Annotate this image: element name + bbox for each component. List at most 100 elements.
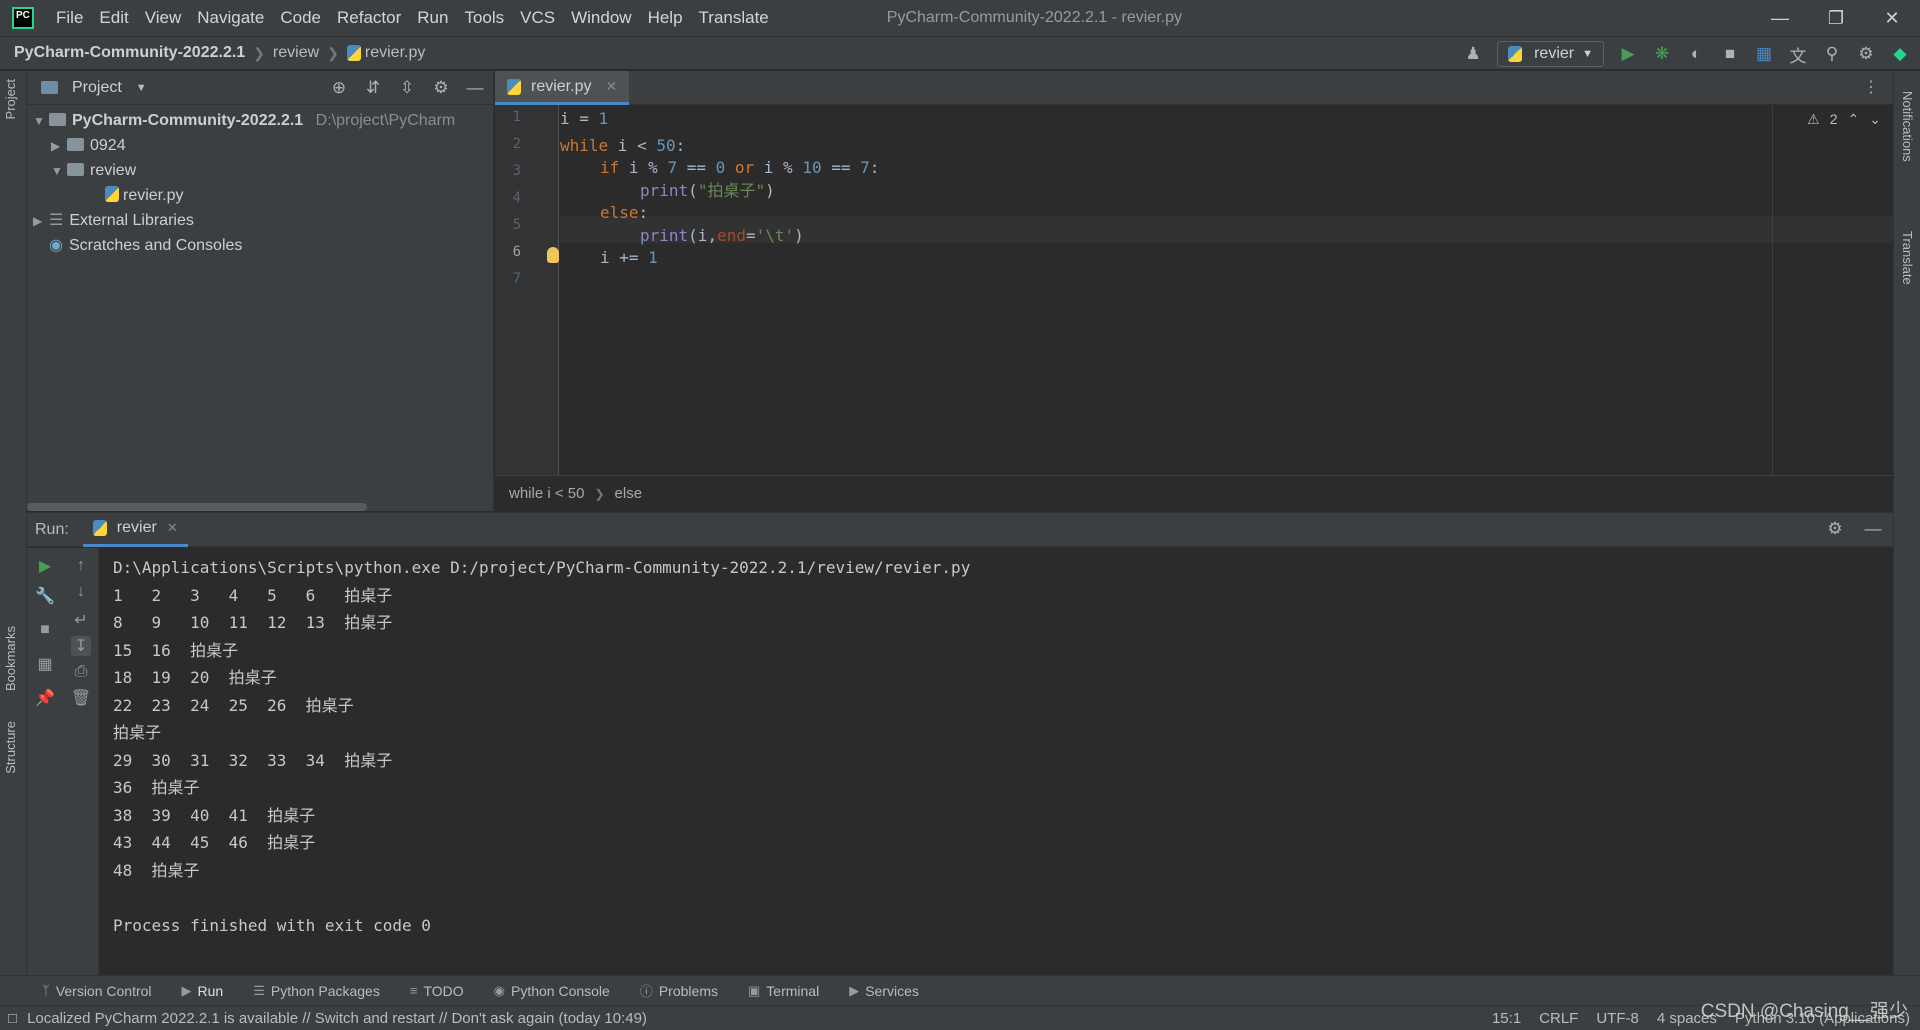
jetbrains-logo-icon[interactable]: ◆ xyxy=(1890,44,1910,64)
tool-tab-todo[interactable]: ≡ TODO xyxy=(410,983,464,999)
menu-navigate[interactable]: Navigate xyxy=(189,0,272,36)
line-number: 2 xyxy=(512,136,521,152)
close-icon[interactable]: ✕ xyxy=(167,520,178,536)
gear-icon[interactable]: ⚙ xyxy=(1856,44,1876,64)
line-number: 5 xyxy=(512,217,521,233)
right-margin-guide xyxy=(1772,105,1773,475)
tree-root[interactable]: ▼ PyCharm-Community-2022.2.1 D:\project\P… xyxy=(33,108,455,133)
menu-file[interactable]: File xyxy=(48,0,91,36)
run-tab-revier[interactable]: revier ✕ xyxy=(82,513,188,547)
collapse-all-icon[interactable]: ⇳ xyxy=(397,78,417,98)
print-icon[interactable]: ⎙ xyxy=(71,662,91,682)
tree-scratches[interactable]: ◉ Scratches and Consoles xyxy=(49,233,242,258)
stop-icon[interactable]: ■ xyxy=(35,620,55,640)
chevron-down-icon[interactable]: ▼ xyxy=(136,82,147,94)
menu-refactor[interactable]: Refactor xyxy=(329,0,409,36)
locate-icon[interactable]: ⊕ xyxy=(329,78,349,98)
menu-translate[interactable]: Translate xyxy=(691,0,777,36)
console-line: 29 30 31 32 33 34 拍桌子 xyxy=(113,750,393,770)
tool-tab-bookmarks[interactable]: Bookmarks xyxy=(3,626,18,691)
stop-icon[interactable]: ■ xyxy=(1720,44,1740,64)
inspection-widget[interactable]: ⚠ 2 ⌃ ⌄ xyxy=(1807,111,1881,128)
menu-help[interactable]: Help xyxy=(640,0,691,36)
translate-toolbar-icon[interactable]: ▦ xyxy=(1754,44,1774,64)
project-panel-title[interactable]: Project xyxy=(72,79,122,97)
menu-run[interactable]: Run xyxy=(409,0,456,36)
code-breadcrumb-item[interactable]: else xyxy=(615,485,643,502)
hide-icon[interactable]: — xyxy=(1863,519,1883,539)
gear-icon[interactable]: ⚙ xyxy=(431,78,451,98)
console-line: 1 2 3 4 5 6 拍桌子 xyxy=(113,585,393,605)
coverage-icon[interactable]: ◐ xyxy=(1686,44,1706,64)
line-number: 3 xyxy=(512,163,521,179)
pin-icon[interactable]: 📌 xyxy=(35,688,55,708)
tool-tab-services[interactable]: ▶ Services xyxy=(849,983,919,999)
tree-folder-0924[interactable]: ▶ 0924 xyxy=(51,133,126,158)
translate-icon[interactable]: 文 xyxy=(1788,44,1808,66)
search-icon[interactable]: ⚲ xyxy=(1822,44,1842,64)
tool-tab-run[interactable]: ▶ Run xyxy=(182,983,224,999)
run-config-select[interactable]: revier ▼ xyxy=(1497,41,1604,67)
menu-tools[interactable]: Tools xyxy=(456,0,512,36)
warning-count: 2 xyxy=(1829,111,1838,127)
tool-tab-translate[interactable]: Translate xyxy=(1900,231,1915,285)
layout-icon[interactable]: ▦ xyxy=(35,654,55,674)
close-icon[interactable]: ✕ xyxy=(605,78,617,95)
breadcrumb-folder[interactable]: review xyxy=(273,44,319,62)
run-icon[interactable]: ▶ xyxy=(1618,44,1638,64)
menu-vcs[interactable]: VCS xyxy=(512,0,563,36)
hide-icon[interactable]: — xyxy=(465,78,485,98)
tree-external-libraries[interactable]: ▶ ☰ External Libraries xyxy=(33,208,194,233)
tree-folder-review[interactable]: ▼ review xyxy=(51,158,136,183)
menu-view[interactable]: View xyxy=(137,0,190,36)
toolbar-right: ♟ revier ▼ ▶ ❋ ◐ ■ ▦ 文 ⚲ ⚙ ◆ xyxy=(1463,37,1920,71)
expand-all-icon[interactable]: ⇵ xyxy=(363,78,383,98)
arrow-down-icon[interactable]: ↓ xyxy=(71,582,91,602)
chevron-down-icon[interactable]: ⌄ xyxy=(1869,111,1881,128)
rerun-icon[interactable]: ▶ xyxy=(35,556,55,576)
tool-tab-notifications[interactable]: Notifications xyxy=(1900,91,1915,162)
tool-tab-problems[interactable]: ⓘ Problems xyxy=(640,981,718,1000)
user-icon[interactable]: ♟ xyxy=(1463,44,1483,64)
status-toggle-icon[interactable]: □ xyxy=(8,1010,17,1027)
tool-tab-structure[interactable]: Structure xyxy=(3,721,18,774)
line-number: 7 xyxy=(512,271,521,287)
file-encoding[interactable]: UTF-8 xyxy=(1596,1010,1639,1027)
chevron-up-icon[interactable]: ⌃ xyxy=(1848,111,1860,128)
debug-icon[interactable]: ❋ xyxy=(1652,44,1672,64)
breadcrumb-project[interactable]: PyCharm-Community-2022.2.1 xyxy=(14,44,245,62)
trash-icon[interactable]: 🗑 xyxy=(71,688,91,708)
menu-window[interactable]: Window xyxy=(563,0,639,36)
python-icon xyxy=(92,520,107,536)
restore-icon[interactable]: ❐ xyxy=(1808,0,1864,36)
code-area[interactable]: i = 1 while i < 50: if i % 7 == 0 or i %… xyxy=(560,105,1893,475)
menu-code[interactable]: Code xyxy=(272,0,329,36)
tool-tab-python-packages[interactable]: ☰ Python Packages xyxy=(253,983,380,999)
horizontal-scrollbar[interactable] xyxy=(27,503,367,511)
lightbulb-icon[interactable] xyxy=(547,247,559,263)
tool-tab-terminal[interactable]: ▣ Terminal xyxy=(748,983,819,999)
project-view-icon xyxy=(41,81,58,94)
tree-file-revier[interactable]: revier.py xyxy=(105,183,183,208)
menu-edit[interactable]: Edit xyxy=(91,0,136,36)
console-output[interactable]: D:\Applications\Scripts\python.exe D:/pr… xyxy=(113,548,1893,975)
caret-position[interactable]: 15:1 xyxy=(1492,1010,1521,1027)
arrow-up-icon[interactable]: ↑ xyxy=(71,556,91,576)
wrench-icon[interactable]: 🔧 xyxy=(35,586,55,606)
code-breadcrumb-item[interactable]: while i < 50 xyxy=(509,485,584,502)
more-options-icon[interactable]: ⋮ xyxy=(1863,77,1879,97)
status-message[interactable]: Localized PyCharm 2022.2.1 is available … xyxy=(27,1010,647,1027)
tool-tab-project[interactable]: Project xyxy=(3,79,18,119)
minimize-icon[interactable]: — xyxy=(1752,0,1808,36)
breadcrumb-file[interactable]: revier.py xyxy=(365,44,425,62)
gear-icon[interactable]: ⚙ xyxy=(1825,519,1845,539)
line-separator[interactable]: CRLF xyxy=(1539,1010,1578,1027)
watermark: CSDN @Chasing__强少 xyxy=(1700,1001,1908,1022)
scroll-to-end-icon[interactable]: ↧ xyxy=(71,636,91,656)
tool-tab-version-control[interactable]: ᛉ Version Control xyxy=(42,983,152,999)
tool-tab-python-console[interactable]: ◉ Python Console xyxy=(494,983,610,999)
python-console-icon: ◉ xyxy=(493,982,505,998)
close-icon[interactable]: ✕ xyxy=(1864,0,1920,36)
soft-wrap-icon[interactable]: ↵ xyxy=(71,610,91,630)
tab-revier-py[interactable]: revier.py ✕ xyxy=(495,71,630,105)
